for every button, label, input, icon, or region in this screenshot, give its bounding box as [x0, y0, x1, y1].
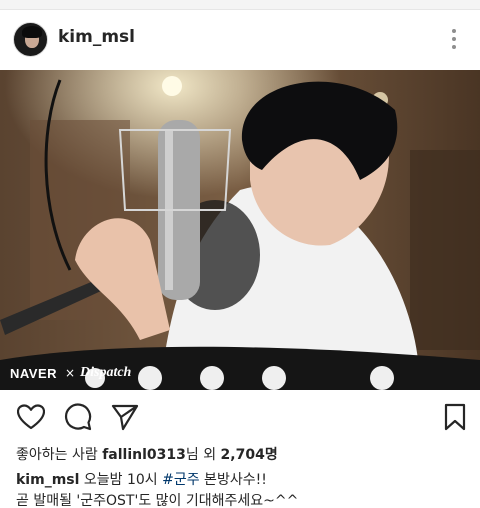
likes-user[interactable]: fallinl0313 — [102, 447, 186, 463]
status-strip — [0, 0, 480, 10]
watermark-dispatch: Dispatch — [80, 365, 132, 380]
stand-light-2 — [200, 366, 224, 390]
heart-icon[interactable] — [16, 402, 46, 432]
comment-icon[interactable] — [63, 402, 93, 432]
post-header: kim_msl — [0, 14, 480, 64]
watermark-naver: NAVER — [10, 366, 58, 381]
stand-light-3 — [262, 366, 286, 390]
caption-text-after: 본방사수!! — [199, 472, 267, 488]
caption-username[interactable]: kim_msl — [16, 472, 79, 488]
more-dot — [452, 45, 456, 49]
caption-line-2: 곧 발매될 '군주OST'도 많이 기대해주세요~^^ — [16, 493, 299, 508]
likes-count[interactable]: 2,704명 — [221, 447, 278, 463]
share-icon[interactable] — [110, 402, 140, 432]
avatar-hair — [22, 26, 42, 38]
avatar[interactable] — [13, 22, 48, 57]
post-actions — [0, 396, 480, 440]
more-dot — [452, 29, 456, 33]
stand-light-1 — [138, 366, 162, 390]
caption-hashtag[interactable]: #군주 — [162, 472, 200, 488]
more-vertical-icon[interactable] — [445, 26, 463, 52]
acoustic-panel-right — [410, 150, 480, 350]
post-photo[interactable]: NAVER × Dispatch — [0, 70, 480, 390]
caption-line-1: kim_msl 오늘밤 10시 #군주 본방사수!! — [16, 469, 267, 489]
photo-illustration — [0, 70, 480, 390]
watermark-x: × — [65, 366, 76, 380]
likes-line: 좋아하는 사람 fallinl0313님 외 2,704명 — [16, 444, 278, 464]
post-username[interactable]: kim_msl — [58, 27, 135, 47]
caption-text: 오늘밤 10시 — [79, 472, 163, 488]
stand-light-4 — [370, 366, 394, 390]
more-dot — [452, 37, 456, 41]
bookmark-icon[interactable] — [440, 402, 470, 432]
likes-middle: 님 외 — [185, 447, 221, 463]
ceiling-light — [162, 76, 182, 96]
likes-prefix: 좋아하는 사람 — [16, 447, 103, 463]
